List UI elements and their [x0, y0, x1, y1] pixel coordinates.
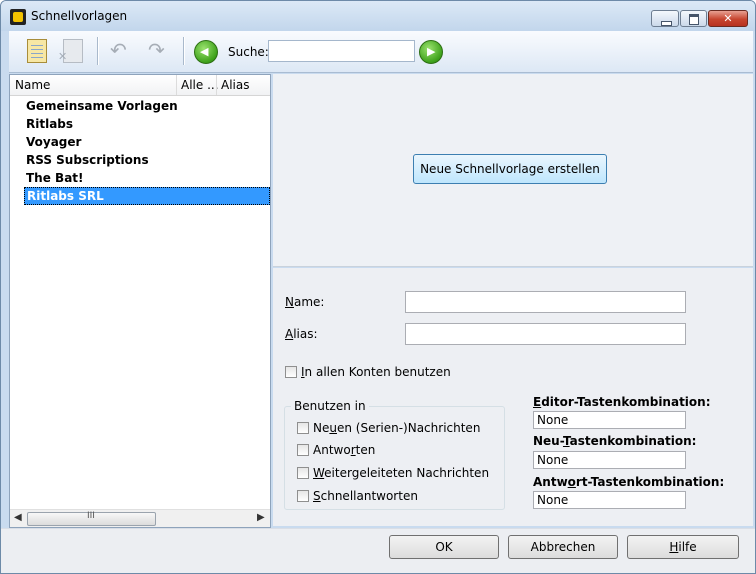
template-properties-panel: Name: Alias: In allen Konten benutzen Be… [273, 268, 753, 526]
alias-field[interactable] [405, 323, 686, 345]
tree-item-gemeinsame-vorlagen[interactable]: Gemeinsame Vorlagen [26, 97, 178, 115]
alias-label: Alias: [285, 327, 318, 341]
search-previous-button[interactable]: ◀ [194, 40, 218, 64]
delete-template-button[interactable] [58, 38, 85, 64]
undo-icon: ↶ [110, 38, 127, 62]
search-label: Suche: [228, 45, 269, 59]
window-title: Schnellvorlagen [31, 9, 128, 23]
tree-item-voyager[interactable]: Voyager [26, 133, 81, 151]
cancel-button[interactable]: Abbrechen [508, 535, 618, 559]
column-alias[interactable]: Alias [221, 78, 249, 92]
create-template-panel: Neue Schnellvorlage erstellen [273, 74, 753, 267]
quick-replies-label: Schnellantworten [313, 489, 418, 503]
replies-checkbox[interactable] [297, 444, 309, 456]
tree-item-rss-subscriptions[interactable]: RSS Subscriptions [26, 151, 149, 169]
horizontal-scrollbar[interactable]: ◀ III ▶ [10, 509, 270, 527]
tree-item-ritlabs[interactable]: Ritlabs [26, 115, 73, 133]
editor-shortcut-label: Editor-Tastenkombination: [533, 395, 711, 409]
column-name[interactable]: Name [15, 78, 50, 92]
new-messages-label: Neuen (Serien-)Nachrichten [313, 421, 481, 435]
forwarded-messages-checkbox[interactable] [297, 467, 309, 479]
template-tree-panel: Name Alle ... Alias Gemeinsame Vorlagen … [9, 74, 271, 528]
arrow-right-icon: ▶ [427, 45, 436, 58]
use-in-title: Benutzen in [291, 399, 369, 413]
close-button[interactable]: ✕ [708, 10, 748, 27]
dialog-button-bar: OK Abbrechen Hilfe [1, 528, 755, 573]
column-all-accounts[interactable]: Alle ... [181, 78, 219, 92]
new-messages-checkbox[interactable] [297, 422, 309, 434]
dialog-window: Schnellvorlagen ✕ ↶ ↷ ◀ Suche: ▶ Name [0, 0, 756, 574]
name-field[interactable] [405, 291, 686, 313]
forwarded-messages-label: Weitergeleiteten Nachrichten [313, 466, 490, 480]
ok-button[interactable]: OK [389, 535, 499, 559]
scroll-left-icon[interactable]: ◀ [14, 512, 22, 523]
redo-icon: ↷ [148, 38, 165, 62]
new-shortcut-label: Neu-Tastenkombination: [533, 434, 697, 448]
tree-item-ritlabs-srl[interactable]: Ritlabs SRL [24, 187, 270, 205]
minimize-button[interactable] [651, 10, 679, 27]
name-label: Name: [285, 295, 325, 309]
toolbar-separator [97, 37, 99, 65]
title-bar: Schnellvorlagen ✕ [1, 1, 755, 31]
reply-shortcut-field[interactable]: None [533, 491, 686, 509]
undo-button[interactable]: ↶ [107, 38, 133, 64]
column-divider[interactable] [176, 75, 177, 95]
search-input[interactable] [268, 40, 415, 62]
new-document-icon [27, 39, 47, 63]
tree-item-the-bat[interactable]: The Bat! [26, 169, 84, 187]
editor-shortcut-field[interactable]: None [533, 411, 686, 429]
the-bat-app-icon [10, 9, 26, 25]
new-shortcut-field[interactable]: None [533, 451, 686, 469]
delete-document-icon [58, 39, 83, 63]
scroll-right-icon[interactable]: ▶ [257, 512, 265, 523]
help-button[interactable]: Hilfe [627, 535, 739, 559]
replies-label: Antworten [313, 443, 376, 457]
column-header: Name Alle ... Alias [10, 75, 270, 96]
quick-replies-checkbox[interactable] [297, 490, 309, 502]
arrow-left-icon: ◀ [200, 45, 209, 58]
scrollbar-grip: III [87, 511, 95, 521]
maximize-button[interactable] [680, 10, 707, 27]
new-template-button[interactable] [23, 38, 49, 64]
scrollbar-thumb[interactable]: III [27, 511, 156, 526]
toolbar: ↶ ↷ ◀ Suche: ▶ [9, 31, 753, 73]
all-accounts-label: In allen Konten benutzen [301, 365, 451, 379]
toolbar-separator [183, 37, 185, 65]
reply-shortcut-label: Antwort-Tastenkombination: [533, 475, 725, 489]
column-divider[interactable] [216, 75, 217, 95]
use-in-group: Benutzen in Neuen (Serien-)Nachrichten A… [284, 399, 505, 510]
all-accounts-checkbox[interactable] [285, 366, 297, 378]
redo-button[interactable]: ↷ [145, 38, 171, 64]
search-next-button[interactable]: ▶ [419, 40, 443, 64]
create-template-button[interactable]: Neue Schnellvorlage erstellen [413, 154, 607, 184]
